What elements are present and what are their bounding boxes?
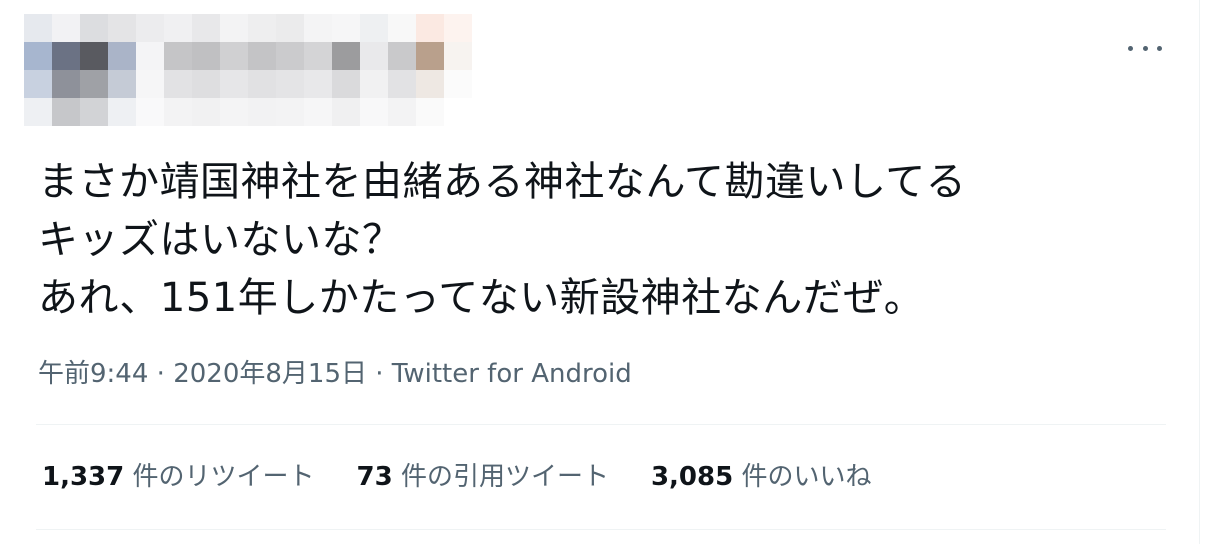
mosaic-cell [108,42,136,70]
mosaic-cell [276,98,304,126]
mosaic-cell [360,42,388,70]
mosaic-cell [80,14,108,42]
mosaic-cell [164,42,192,70]
mosaic-cell [276,70,304,98]
divider [36,424,1166,425]
mosaic-cell [388,14,416,42]
mosaic-cell [360,14,388,42]
tweet-stats: 1,337 件のリツイート 73 件の引用ツイート 3,085 件のいいね [42,459,913,495]
mosaic-cell [248,98,276,126]
mosaic-cell [304,98,332,126]
mosaic-cell [52,70,80,98]
retweets-stat[interactable]: 1,337 件のリツイート [42,459,315,495]
dot [1142,45,1148,51]
mosaic-cell [164,70,192,98]
mosaic-cell [332,98,360,126]
mosaic-cell [444,14,472,42]
mosaic-cell [220,42,248,70]
tweet-text-line: キッズはいないな？ [38,217,403,263]
mosaic-cell [80,70,108,98]
tweet-source[interactable]: Twitter for Android [392,359,632,389]
tweet-metadata: 午前9:44 · 2020年8月15日 · Twitter for Androi… [38,356,632,392]
mosaic-cell [276,14,304,42]
mosaic-cell [360,98,388,126]
tweet-text-line: まさか靖国神社を由緒ある神社なんて勘違いしてる [38,159,967,205]
mosaic-cell [332,70,360,98]
mosaic-cell [24,14,52,42]
mosaic-cell [192,14,220,42]
mosaic-cell [332,42,360,70]
mosaic-cell [388,98,416,126]
mosaic-cell [416,70,444,98]
mosaic-cell [220,98,248,126]
mosaic-cell [136,98,164,126]
mosaic-cell [108,70,136,98]
mosaic-cell [332,14,360,42]
mosaic-cell [304,14,332,42]
more-options-icon[interactable] [1126,36,1164,60]
quotes-stat[interactable]: 73 件の引用ツイート [357,459,609,495]
mosaic-cell [388,42,416,70]
dot [1157,45,1162,51]
mosaic-cell [108,98,136,126]
mosaic-cell [444,42,472,70]
meta-separator: · [148,359,174,389]
mosaic-cell [276,42,304,70]
tweet-time[interactable]: 午前9:44 [38,359,148,389]
likes-stat[interactable]: 3,085 件のいいね [651,459,872,495]
mosaic-cell [416,42,444,70]
mosaic-cell [136,14,164,42]
tweet-card: まさか靖国神社を由緒ある神社なんて勘違いしてる キッズはいないな？ あれ、151… [0,0,1200,544]
mosaic-cell [52,42,80,70]
mosaic-cell [248,42,276,70]
retweet-label: 件のリツイート [124,462,315,492]
redacted-user-header [24,14,472,126]
tweet-date[interactable]: 2020年8月15日 [173,359,367,389]
tweet-text: まさか靖国神社を由緒ある神社なんて勘違いしてる キッズはいないな？ あれ、151… [38,153,1158,327]
mosaic-cell [444,98,472,126]
mosaic-cell [164,14,192,42]
mosaic-cell [192,98,220,126]
mosaic-cell [248,70,276,98]
mosaic-cell [52,98,80,126]
mosaic-cell [304,42,332,70]
mosaic-cell [360,70,388,98]
like-label: 件のいいね [733,462,872,492]
mosaic-cell [192,70,220,98]
mosaic-cell [220,14,248,42]
mosaic-cell [220,70,248,98]
retweet-count: 1,337 [42,462,125,492]
mosaic-cell [192,42,220,70]
divider [36,529,1166,530]
mosaic-cell [304,70,332,98]
mosaic-cell [248,14,276,42]
quote-count: 73 [356,462,393,492]
mosaic-cell [80,98,108,126]
tweet-text-line: あれ、151年しかたってない新設神社なんだぜ。 [38,275,925,321]
meta-separator: · [366,359,392,389]
mosaic-cell [24,98,52,126]
mosaic-cell [388,70,416,98]
quote-label: 件の引用ツイート [392,462,609,492]
like-count: 3,085 [650,462,734,492]
mosaic-cell [80,42,108,70]
mosaic-cell [24,70,52,98]
mosaic-cell [108,14,136,42]
mosaic-cell [136,70,164,98]
mosaic-cell [136,42,164,70]
mosaic-cell [24,42,52,70]
dot [1128,45,1133,51]
mosaic-cell [416,98,444,126]
mosaic-cell [52,14,80,42]
mosaic-cell [444,70,472,98]
mosaic-cell [164,98,192,126]
mosaic-cell [416,14,444,42]
